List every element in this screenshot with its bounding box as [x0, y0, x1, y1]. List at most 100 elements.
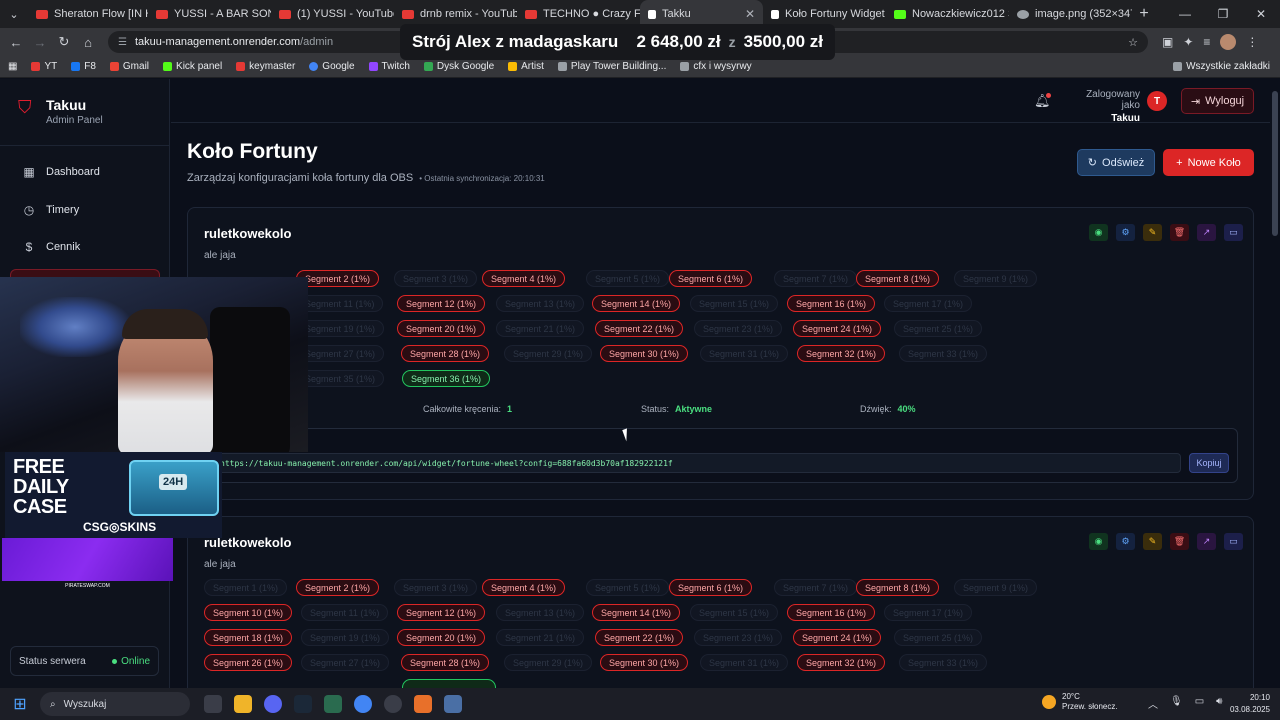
segment-chip-dim: Segment 21 (1%) [496, 320, 585, 337]
puzzle-icon[interactable]: ✦ [1183, 35, 1193, 49]
steam-icon[interactable] [294, 695, 312, 713]
apps-icon[interactable]: ▦ [8, 61, 17, 72]
menu-dots-icon[interactable]: ⋮ [1246, 35, 1258, 49]
reading-list-icon[interactable]: ≡ [1203, 35, 1210, 49]
forward-icon[interactable]: → [28, 35, 52, 50]
taskbar-apps [204, 695, 462, 713]
gear-icon[interactable]: ⚙ [1116, 533, 1135, 550]
logout-button[interactable]: ⇥ Wyloguj [1181, 88, 1254, 114]
network-icon[interactable]: ▭ [1195, 696, 1204, 711]
site-info-icon[interactable]: ☰ [118, 37, 127, 48]
segment-chip: Segment 12 (1%) [397, 604, 486, 621]
tab-0[interactable]: Sheraton Flow [IN HA✕ [28, 0, 148, 28]
globe-icon [1017, 9, 1029, 19]
edit-icon[interactable]: ✎ [1143, 533, 1162, 550]
tab-7[interactable]: Nowaczkiewicz012 St✕ [886, 0, 1009, 28]
sidebar-item-label: Dashboard [46, 166, 100, 178]
tab-search-icon[interactable]: ⌄ [0, 0, 28, 28]
new-tab-button[interactable]: + [1132, 5, 1156, 23]
tab-8[interactable]: image.png (352×347)✕ [1009, 0, 1132, 28]
monitor-icon[interactable]: ▭ [1224, 533, 1243, 550]
case-icon: 24H [129, 460, 219, 516]
volume-icon[interactable]: 🔊︎ [1216, 696, 1222, 711]
discord-icon[interactable] [264, 695, 282, 713]
sidebar-item-dashboard[interactable]: ▦ Dashboard [22, 165, 100, 179]
refresh-button[interactable]: ↻ Odśwież [1077, 149, 1155, 176]
extension-icon[interactable]: ▣ [1162, 35, 1173, 49]
bookmark-cfx[interactable]: cfx i wysyrwy [680, 61, 752, 72]
logged-in-info: Zalogowany jako Takuu [1065, 89, 1140, 124]
restore-icon[interactable]: ❐ [1204, 7, 1242, 21]
youtube-icon [31, 62, 41, 71]
gear-icon[interactable]: ⚙ [1116, 224, 1135, 241]
chrome-icon[interactable] [354, 695, 372, 713]
external-link-icon[interactable]: ↗ [1197, 533, 1216, 550]
obs-icon[interactable] [384, 695, 402, 713]
dollar-icon: $ [25, 240, 33, 254]
bookmark-label: Gmail [122, 61, 150, 72]
time: 20:10 [1249, 693, 1270, 702]
segment-chip-dim: Segment 3 (1%) [394, 270, 478, 287]
trash-icon[interactable]: 🗑︎ [1170, 224, 1189, 241]
eye-icon[interactable]: ◉ [1089, 533, 1108, 550]
calculator-icon[interactable] [444, 695, 462, 713]
bookmark-label: Play Tower Building... [570, 61, 667, 72]
clock[interactable]: 20:10 03.08.2025 [1226, 692, 1270, 716]
bookmark-gmail[interactable]: Gmail [109, 61, 150, 72]
close-icon[interactable]: ✕ [739, 7, 755, 21]
bookmark-google[interactable]: Google [309, 61, 355, 72]
segment-chip-dim: Segment 17 (1%) [884, 604, 973, 621]
taskbar-search[interactable]: ⌕ Wyszukaj [40, 692, 190, 716]
webcam-light [20, 297, 130, 357]
star-icon[interactable]: ☆ [1128, 36, 1138, 49]
new-wheel-button[interactable]: + Nowe Koło [1163, 149, 1254, 176]
task-view-icon[interactable] [204, 695, 222, 713]
logged-user: Takuu [1111, 113, 1140, 124]
copy-button[interactable]: Kopiuj [1189, 453, 1229, 473]
sidebar-item-timery[interactable]: ◷ Timery [22, 203, 79, 217]
avatar[interactable]: T [1147, 91, 1167, 111]
weather-widget[interactable]: 20°C Przew. słonecz. [1042, 692, 1118, 712]
bookmark-keymaster[interactable]: keymaster [236, 61, 295, 72]
stat-value: 1 [507, 404, 513, 414]
file-explorer-icon[interactable] [234, 695, 252, 713]
close-window-icon[interactable]: ✕ [1242, 7, 1280, 21]
page-subtitle: Zarządzaj konfiguracjami koła fortuny dl… [187, 172, 545, 184]
minimize-icon[interactable]: — [1166, 7, 1204, 21]
home-icon[interactable]: ⌂ [76, 35, 100, 50]
chevron-up-icon[interactable]: ︿ [1148, 696, 1158, 711]
bookmark-drive[interactable]: Dysk Google [423, 61, 494, 72]
mic-icon[interactable]: 🎙︎ [1170, 696, 1183, 711]
twitch-icon [368, 62, 378, 71]
external-link-icon[interactable]: ↗ [1197, 224, 1216, 241]
scrollbar-thumb[interactable] [1272, 91, 1278, 236]
app-icon[interactable] [414, 695, 432, 713]
bookmark-play-tower[interactable]: Play Tower Building... [557, 61, 667, 72]
trash-icon[interactable]: 🗑︎ [1170, 533, 1189, 550]
promo-line: FREE [13, 456, 65, 478]
eye-icon[interactable]: ◉ [1089, 224, 1108, 241]
edit-icon[interactable]: ✎ [1143, 224, 1162, 241]
excel-icon[interactable] [324, 695, 342, 713]
webcam-overlay [0, 277, 308, 452]
all-bookmarks[interactable]: Wszystkie zakładki [1173, 61, 1270, 72]
windows-start-icon[interactable]: ⊞ [0, 694, 40, 714]
monitor-icon[interactable]: ▭ [1224, 224, 1243, 241]
scrollbar[interactable] [1270, 79, 1280, 688]
widget-url-field[interactable]: https://takuu-management.onrender.com/ap… [213, 453, 1181, 473]
reload-icon[interactable]: ↻ [52, 34, 76, 50]
tab-1[interactable]: YUSSI - A BAR SONG✕ [148, 0, 271, 28]
bookmark-f8[interactable]: F8 [71, 61, 96, 72]
bookmark-twitch[interactable]: Twitch [368, 61, 410, 72]
goal-current: 2 648,00 zł [636, 32, 721, 51]
sidebar-item-cennik[interactable]: $ Cennik [22, 240, 81, 254]
bookmark-artist[interactable]: Artist [508, 61, 544, 72]
segment-chip: Segment 10 (1%) [204, 604, 293, 621]
bookmark-yt[interactable]: YT [31, 61, 57, 72]
back-icon[interactable]: ← [4, 35, 28, 50]
tab-2[interactable]: (1) YUSSI - YouTube✕ [271, 0, 394, 28]
profile-avatar[interactable] [1220, 34, 1237, 50]
segment-chip-dim: Segment 7 (1%) [774, 579, 858, 596]
url-host: takuu-management.onrender.com [134, 36, 301, 48]
bookmark-kick-panel[interactable]: Kick panel [163, 61, 222, 72]
